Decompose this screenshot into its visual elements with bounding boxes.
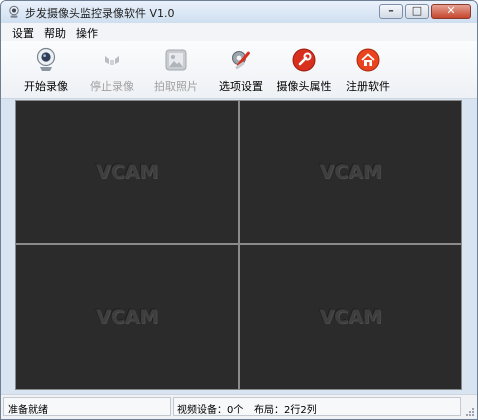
maximize-icon: □ xyxy=(411,4,423,17)
vcam-watermark: VCAM xyxy=(95,161,159,183)
minimize-icon: – xyxy=(388,4,394,17)
stop-record-button[interactable]: 停止录像 xyxy=(77,45,147,95)
webcam-icon xyxy=(36,47,56,71)
register-software-button[interactable]: 注册软件 xyxy=(333,45,403,95)
resize-grip-icon[interactable] xyxy=(465,407,475,417)
start-record-button[interactable]: 开始录像 xyxy=(11,45,81,95)
options-settings-label: 选项设置 xyxy=(219,80,263,93)
camera-properties-button[interactable]: 摄像头属性 xyxy=(269,45,339,95)
photo-icon xyxy=(165,49,187,71)
menu-settings[interactable]: 设置 xyxy=(12,25,34,41)
close-icon: ✕ xyxy=(446,4,456,17)
menu-operations[interactable]: 操作 xyxy=(76,25,98,41)
toolbar: 开始录像 停止录像 拍取照片 选项设置 摄像头属性 注册软件 xyxy=(1,41,477,99)
app-window: 步发摄像头监控录像软件 V1.0 – □ ✕ 设置 帮助 操作 开始录像 停止录… xyxy=(0,0,478,420)
status-ready-text: 准备就绪 xyxy=(8,405,48,416)
video-cell-4[interactable]: VCAM xyxy=(240,245,461,389)
vcam-watermark: VCAM xyxy=(95,306,159,328)
close-button[interactable]: ✕ xyxy=(431,4,471,19)
menu-help[interactable]: 帮助 xyxy=(44,25,66,41)
home-icon xyxy=(356,48,380,72)
stop-record-label: 停止录像 xyxy=(90,80,134,93)
take-photo-button[interactable]: 拍取照片 xyxy=(141,45,211,95)
register-software-label: 注册软件 xyxy=(346,80,390,93)
window-title: 步发摄像头监控录像软件 V1.0 xyxy=(25,7,175,20)
video-cell-1[interactable]: VCAM xyxy=(16,101,238,243)
maximize-button[interactable]: □ xyxy=(405,4,429,19)
status-pane-ready: 准备就绪 xyxy=(3,397,171,416)
minimize-button[interactable]: – xyxy=(379,4,403,19)
settings-tools-icon xyxy=(232,51,251,70)
app-webcam-icon xyxy=(9,5,19,18)
wrench-icon xyxy=(292,48,316,72)
start-record-label: 开始录像 xyxy=(24,80,68,93)
stop-record-icon xyxy=(105,56,119,65)
status-pane-info: 视频设备：0个 布局：2行2列 xyxy=(173,397,461,416)
title-bar[interactable]: 步发摄像头监控录像软件 V1.0 – □ ✕ xyxy=(1,1,477,23)
vcam-watermark: VCAM xyxy=(319,306,382,328)
video-cell-2[interactable]: VCAM xyxy=(240,101,461,243)
take-photo-label: 拍取照片 xyxy=(154,80,198,93)
camera-properties-label: 摄像头属性 xyxy=(276,80,332,93)
video-grid: VCAM VCAM VCAM VCAM xyxy=(15,100,462,390)
vcam-watermark: VCAM xyxy=(319,161,382,183)
video-cell-3[interactable]: VCAM xyxy=(16,245,238,389)
status-devices-text: 视频设备：0个 xyxy=(177,405,244,416)
status-layout-text: 布局：2行2列 xyxy=(254,405,317,416)
menu-bar: 设置 帮助 操作 xyxy=(1,23,477,42)
window-controls: – □ ✕ xyxy=(377,4,471,20)
status-bar: 准备就绪 视频设备：0个 布局：2行2列 xyxy=(1,394,477,419)
options-settings-button[interactable]: 选项设置 xyxy=(206,45,276,95)
